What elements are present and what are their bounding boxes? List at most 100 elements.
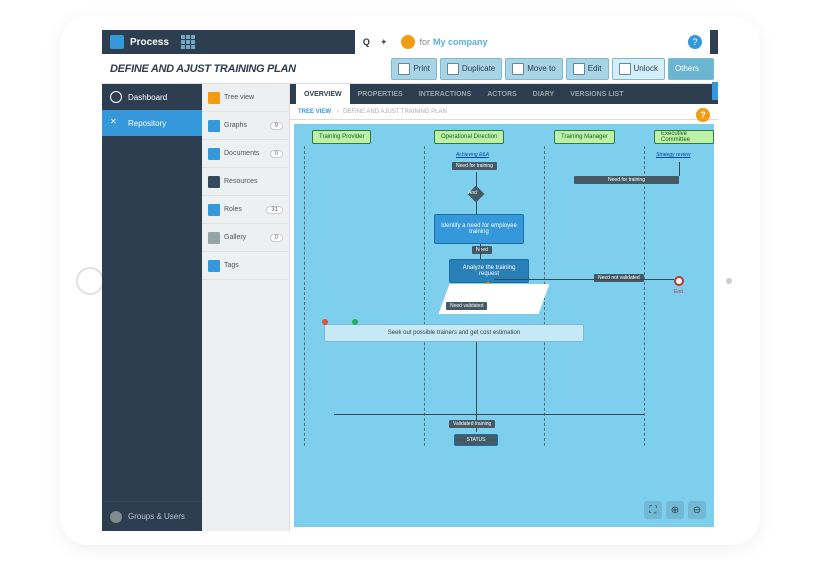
unlock-icon — [619, 63, 631, 75]
resource-icon — [208, 176, 220, 188]
badge: 0 — [270, 150, 283, 158]
sidebar-label: Dashboard — [128, 93, 167, 102]
sub-item-graphs[interactable]: Graphs9 — [202, 112, 289, 140]
tab-actors[interactable]: ACTORS — [479, 84, 524, 104]
toolbar: Print Duplicate Move to Edit Unlock Othe… — [391, 58, 718, 80]
dashboard-icon — [110, 91, 122, 103]
box-need[interactable]: Need — [472, 246, 492, 254]
header-right: Q ✦ for My company ? — [355, 30, 710, 54]
event-strategy[interactable]: Strategy review — [656, 152, 690, 158]
connector — [679, 162, 680, 176]
lane-training-manager[interactable]: Training Manager — [554, 130, 615, 144]
tab-diary[interactable]: DIARY — [525, 84, 563, 104]
sidebar-label: Groups & Users — [128, 512, 185, 521]
task-identify[interactable]: Identify a need for employee training — [434, 214, 524, 244]
tab-interactions[interactable]: INTERACTIONS — [411, 84, 480, 104]
sidebar-label: Repository — [128, 119, 166, 128]
search-icon[interactable]: Q — [363, 37, 370, 47]
layout: Dashboard ✕ Repository Groups & Users Tr… — [102, 84, 718, 531]
connector — [476, 342, 477, 432]
event-achieving[interactable]: Achieving E&A — [456, 152, 489, 158]
context-help-icon[interactable]: ? — [696, 108, 710, 122]
lane-operational-direction[interactable]: Operational Direction — [434, 130, 504, 144]
sub-item-gallery[interactable]: Gallery0 — [202, 224, 289, 252]
sidebar-item-repository[interactable]: ✕ Repository — [102, 110, 202, 136]
lane-divider — [304, 146, 305, 446]
company-name[interactable]: My company — [433, 37, 488, 47]
sidebar-item-groups[interactable]: Groups & Users — [102, 501, 202, 531]
company-prefix: for — [419, 37, 430, 47]
tab-properties[interactable]: PROPERTIES — [350, 84, 411, 104]
breadcrumb-sep: › — [337, 109, 339, 115]
zoom-out-button[interactable]: ⊖ — [688, 501, 706, 519]
box-need-for-training[interactable]: Need for training — [452, 162, 497, 170]
box-need-not-validated[interactable]: Need not validated — [594, 274, 644, 282]
sub-sidebar: Tree view Graphs9 Documents0 Resources R… — [202, 84, 290, 531]
lane-training-provider[interactable]: Training Provider — [312, 130, 371, 144]
badge: 9 — [270, 122, 283, 130]
unlock-button[interactable]: Unlock — [612, 58, 665, 80]
lane-executive-committee[interactable]: Executive Committee — [654, 130, 714, 144]
status-box[interactable]: STATUS — [454, 434, 498, 446]
sub-item-tree-view[interactable]: Tree view — [202, 84, 289, 112]
gateway-and-label: And — [468, 190, 477, 196]
box-need-for-training-2[interactable]: Need for training — [574, 176, 679, 184]
diagram-canvas[interactable]: Training Provider Operational Direction … — [294, 124, 714, 527]
connector — [480, 244, 481, 259]
sub-item-roles[interactable]: Roles31 — [202, 196, 289, 224]
edit-icon — [573, 63, 585, 75]
tag-icon — [208, 260, 220, 272]
move-to-button[interactable]: Move to — [505, 58, 562, 80]
groups-icon — [110, 511, 122, 523]
tab-overview[interactable]: OVERVIEW — [296, 84, 350, 104]
tree-icon — [208, 92, 220, 104]
help-icon[interactable]: ? — [688, 35, 702, 49]
gateway-or-label: Or — [483, 286, 489, 292]
app-name: Process — [130, 37, 169, 48]
breadcrumb-root[interactable]: TREE VIEW — [298, 109, 331, 115]
badge: 0 — [270, 234, 283, 242]
breadcrumb-current: DEFINE AND AJUST TRAINING PLAN — [343, 109, 447, 115]
sub-item-documents[interactable]: Documents0 — [202, 140, 289, 168]
box-validated-training[interactable]: Validated training — [449, 420, 495, 428]
box-need-validated[interactable]: Need validated — [446, 302, 487, 310]
marker-green — [352, 319, 358, 325]
repository-icon: ✕ — [110, 117, 122, 129]
end-label: End — [674, 289, 683, 295]
zoom-controls: ⛶ ⊕ ⊖ — [644, 501, 706, 519]
duplicate-button[interactable]: Duplicate — [440, 58, 502, 80]
tabs: OVERVIEW PROPERTIES INTERACTIONS ACTORS … — [290, 84, 718, 104]
apps-icon[interactable] — [181, 35, 195, 49]
notifications-icon[interactable]: ✦ — [380, 37, 388, 48]
badge: 31 — [266, 206, 283, 214]
sub-item-tags[interactable]: Tags — [202, 252, 289, 280]
home-button[interactable] — [76, 267, 104, 295]
sidebar-item-dashboard[interactable]: Dashboard — [102, 84, 202, 110]
topbar: Process Q ✦ for My company ? — [102, 30, 718, 54]
fullscreen-button[interactable]: ⛶ — [644, 501, 662, 519]
print-button[interactable]: Print — [391, 58, 436, 80]
edit-button[interactable]: Edit — [566, 58, 609, 80]
duplicate-icon — [447, 63, 459, 75]
others-button[interactable]: Others — [668, 58, 714, 80]
avatar[interactable] — [401, 35, 415, 49]
role-icon — [208, 204, 220, 216]
breadcrumb: TREE VIEW › DEFINE AND AJUST TRAINING PL… — [290, 104, 718, 120]
chat-icon[interactable] — [712, 82, 718, 100]
tab-versions[interactable]: VERSIONS LIST — [562, 84, 631, 104]
sidebar: Dashboard ✕ Repository Groups & Users — [102, 84, 202, 531]
connector — [334, 414, 644, 415]
tablet-frame: Process Q ✦ for My company ? DEFINE AND … — [60, 16, 760, 545]
graph-icon — [208, 120, 220, 132]
connector — [494, 279, 674, 280]
lane-divider — [424, 146, 425, 446]
sub-item-resources[interactable]: Resources — [202, 168, 289, 196]
end-event[interactable] — [674, 276, 684, 286]
print-icon — [398, 63, 410, 75]
document-icon — [208, 148, 220, 160]
task-seek[interactable]: Seek out possible trainers and get cost … — [324, 324, 584, 342]
camera-dot — [726, 278, 732, 284]
zoom-in-button[interactable]: ⊕ — [666, 501, 684, 519]
gallery-icon — [208, 232, 220, 244]
marker-red — [322, 319, 328, 325]
